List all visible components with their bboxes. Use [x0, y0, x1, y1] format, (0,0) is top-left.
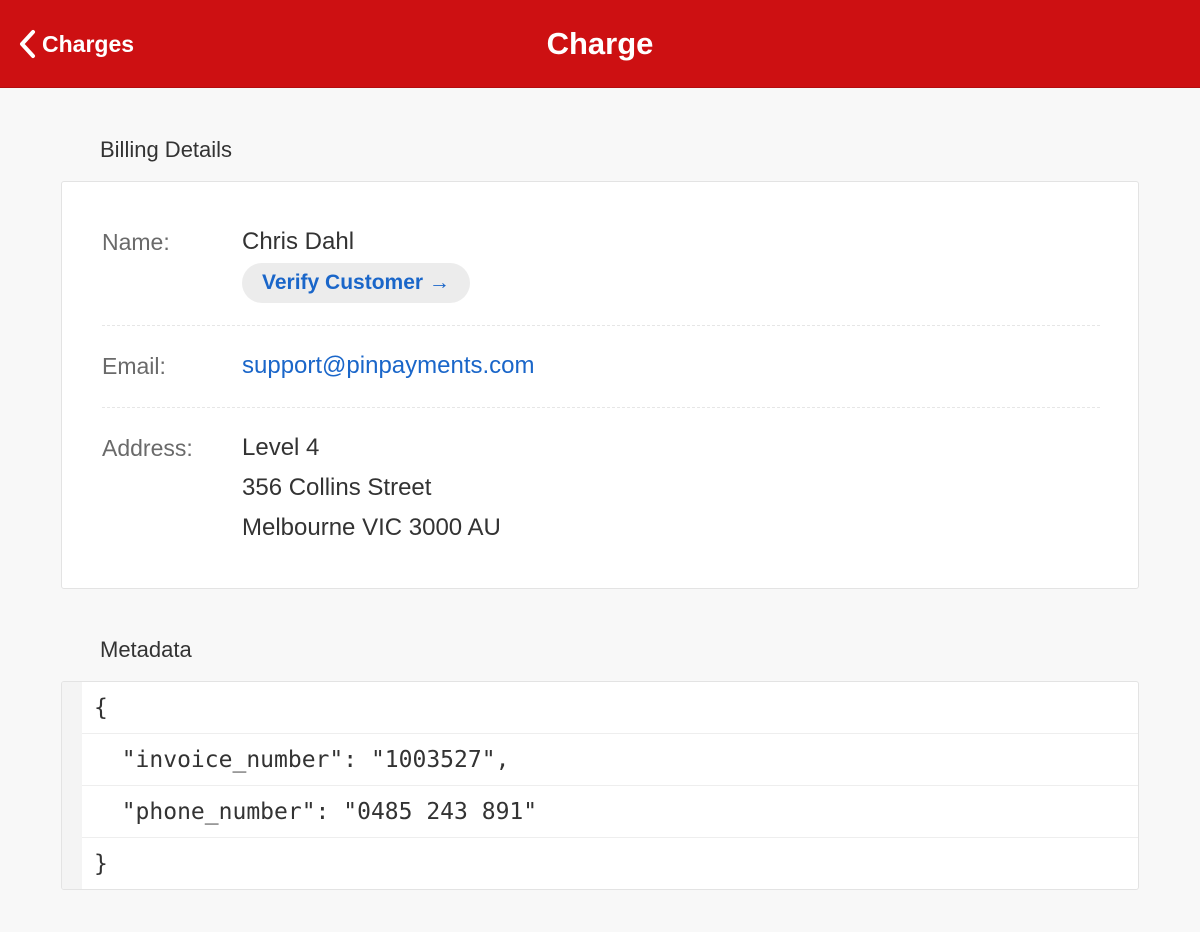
- email-link[interactable]: support@pinpayments.com: [242, 352, 535, 379]
- address-line-1: Level 4: [242, 434, 320, 461]
- name-label: Name:: [102, 229, 170, 255]
- name-value: Chris Dahl: [242, 228, 355, 255]
- code-line: }: [82, 838, 1138, 889]
- code-line: "phone_number": "0485 243 891": [82, 786, 1138, 838]
- metadata-code-block: { "invoice_number": "1003527", "phone_nu…: [61, 681, 1139, 890]
- navigation-bar: Charges Charge: [0, 0, 1200, 88]
- code-gutter: [62, 682, 82, 889]
- email-value: support@pinpayments.com: [242, 346, 535, 386]
- metadata-heading: Metadata: [100, 637, 192, 662]
- billing-details-heading: Billing Details: [100, 137, 233, 162]
- billing-details-card: Name: Chris Dahl Verify Customer → Email…: [61, 181, 1139, 589]
- code-line: "invoice_number": "1003527",: [82, 734, 1138, 786]
- address-line-2: 356 Collins Street: [242, 474, 432, 501]
- address-line-3: Melbourne VIC 3000 AU: [242, 514, 501, 541]
- divider: [102, 407, 1100, 408]
- page-title: Charge: [546, 26, 654, 61]
- divider: [102, 325, 1100, 326]
- code-line: {: [82, 682, 1138, 734]
- verify-customer-button[interactable]: Verify Customer →: [242, 263, 470, 303]
- address-label: Address:: [102, 435, 193, 461]
- email-label: Email:: [102, 353, 166, 379]
